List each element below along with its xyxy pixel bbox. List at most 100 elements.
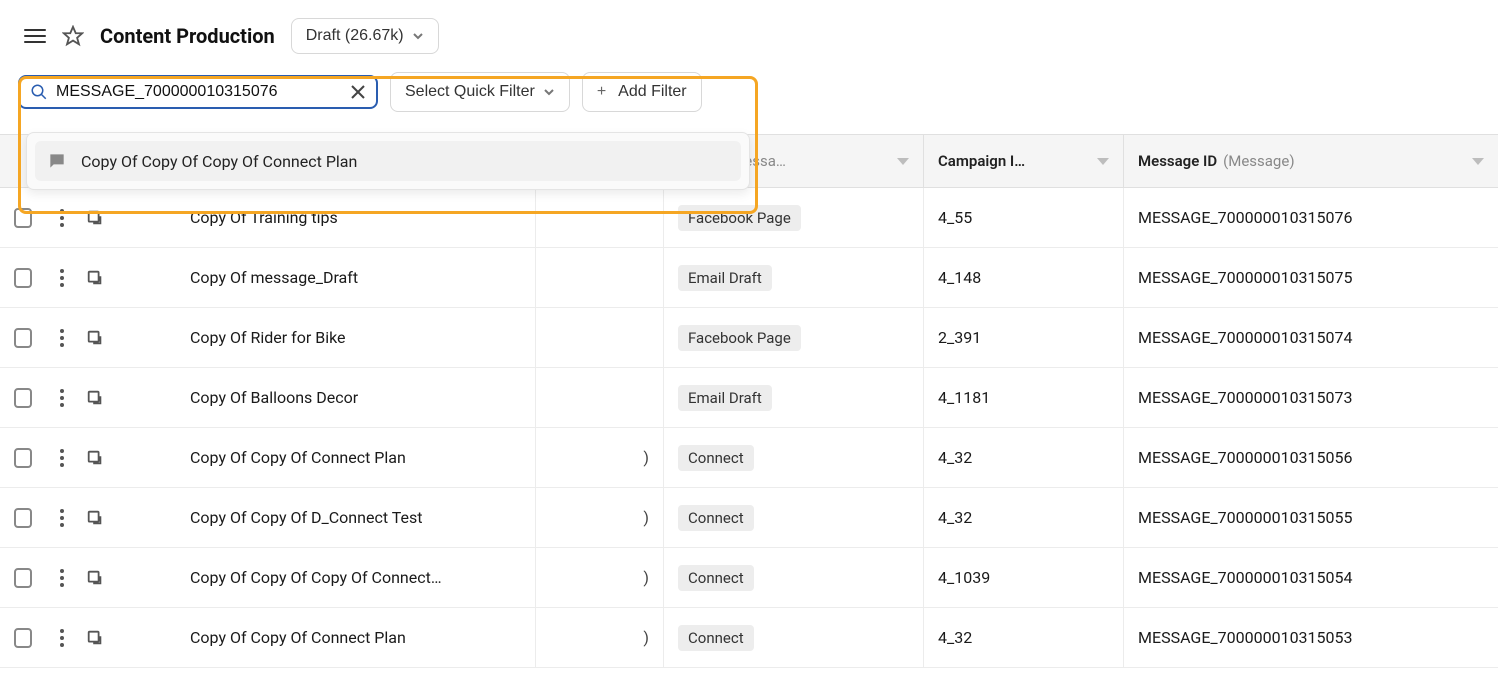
- row-campaign-cell: 4_32: [924, 428, 1124, 487]
- row-menu-icon[interactable]: [60, 269, 64, 287]
- type-badge: Connect: [678, 625, 754, 651]
- row-checkbox[interactable]: [14, 568, 32, 588]
- row-name-cell: Copy Of Balloons Decor: [176, 368, 536, 427]
- type-badge: Connect: [678, 505, 754, 531]
- expand-icon[interactable]: [86, 629, 104, 647]
- row-checkbox[interactable]: [14, 508, 32, 528]
- row-campaign-cell: 2_391: [924, 308, 1124, 367]
- row-checkbox[interactable]: [14, 448, 32, 468]
- row-campaign-cell: 4_55: [924, 188, 1124, 247]
- row-checkbox-cell: [0, 428, 46, 487]
- add-filter-button[interactable]: + Add Filter: [582, 72, 702, 112]
- expand-icon[interactable]: [86, 449, 104, 467]
- row-type-cell: Facebook Page: [664, 188, 924, 247]
- column-header-message-id[interactable]: Message ID (Message): [1124, 135, 1498, 187]
- row-menu-icon[interactable]: [60, 389, 64, 407]
- row-campaign-cell: 4_32: [924, 488, 1124, 547]
- type-badge: Email Draft: [678, 385, 772, 411]
- row-menu-icon[interactable]: [60, 209, 64, 227]
- search-box[interactable]: [18, 75, 378, 109]
- chevron-down-icon: [543, 86, 555, 98]
- clear-search-icon[interactable]: [350, 84, 366, 100]
- quick-filter-label: Select Quick Filter: [405, 83, 535, 101]
- table-row[interactable]: Copy Of message_Draft Email Draft 4_148 …: [0, 248, 1498, 308]
- row-name: Copy Of Copy Of Copy Of Connect…: [190, 568, 442, 587]
- column-header-campaign[interactable]: Campaign I…: [924, 135, 1124, 187]
- draft-dropdown[interactable]: Draft (26.67k): [291, 18, 439, 54]
- filter-bar: Select Quick Filter + Add Filter: [0, 72, 1498, 112]
- favorite-star-icon[interactable]: [62, 25, 84, 47]
- row-menu-icon[interactable]: [60, 569, 64, 587]
- row-campaign-cell: 4_1181: [924, 368, 1124, 427]
- row-campaign-cell: 4_1039: [924, 548, 1124, 607]
- row-message-id-cell: MESSAGE_700000010315054: [1124, 548, 1498, 607]
- row-name-cell: Copy Of Copy Of Connect Plan: [176, 428, 536, 487]
- expand-icon[interactable]: [86, 509, 104, 527]
- row-name-cell: Copy Of message_Draft: [176, 248, 536, 307]
- row-menu-icon[interactable]: [60, 509, 64, 527]
- row-checkbox[interactable]: [14, 208, 32, 228]
- row-type-cell: Facebook Page: [664, 308, 924, 367]
- row-actions-cell: [46, 548, 176, 607]
- table-row[interactable]: Copy Of Copy Of D_Connect Test ) Connect…: [0, 488, 1498, 548]
- row-message-id-cell: MESSAGE_700000010315076: [1124, 188, 1498, 247]
- row-extra-cell: ): [536, 428, 664, 487]
- table-row[interactable]: Copy Of Copy Of Copy Of Connect… ) Conne…: [0, 548, 1498, 608]
- type-badge: Connect: [678, 445, 754, 471]
- row-checkbox[interactable]: [14, 268, 32, 288]
- row-extra-cell: ): [536, 488, 664, 547]
- expand-icon[interactable]: [86, 329, 104, 347]
- row-extra-cell: [536, 248, 664, 307]
- row-message-id-cell: MESSAGE_700000010315055: [1124, 488, 1498, 547]
- chevron-down-icon: [412, 30, 424, 42]
- row-checkbox-cell: [0, 308, 46, 367]
- row-actions-cell: [46, 248, 176, 307]
- type-badge: Facebook Page: [678, 325, 801, 351]
- row-campaign-cell: 4_148: [924, 248, 1124, 307]
- menu-icon[interactable]: [24, 29, 46, 43]
- app-header: Content Production Draft (26.67k): [0, 0, 1498, 72]
- row-name-cell: Copy Of Copy Of Copy Of Connect…: [176, 548, 536, 607]
- expand-icon[interactable]: [86, 569, 104, 587]
- row-menu-icon[interactable]: [60, 449, 64, 467]
- row-message-id-cell: MESSAGE_700000010315053: [1124, 608, 1498, 667]
- expand-icon[interactable]: [86, 389, 104, 407]
- row-actions-cell: [46, 368, 176, 427]
- row-name: Copy Of Training tips: [190, 208, 338, 227]
- draft-label: Draft (26.67k): [306, 27, 404, 45]
- row-type-cell: Email Draft: [664, 368, 924, 427]
- row-message-id-cell: MESSAGE_700000010315074: [1124, 308, 1498, 367]
- row-actions-cell: [46, 428, 176, 487]
- message-icon: [47, 151, 67, 171]
- row-checkbox[interactable]: [14, 388, 32, 408]
- row-campaign-cell: 4_32: [924, 608, 1124, 667]
- row-checkbox[interactable]: [14, 628, 32, 648]
- row-message-id-cell: MESSAGE_700000010315073: [1124, 368, 1498, 427]
- table-row[interactable]: Copy Of Copy Of Connect Plan ) Connect 4…: [0, 428, 1498, 488]
- row-type-cell: Email Draft: [664, 248, 924, 307]
- table-row[interactable]: Copy Of Rider for Bike Facebook Page 2_3…: [0, 308, 1498, 368]
- row-checkbox-cell: [0, 488, 46, 547]
- table-row[interactable]: Copy Of Balloons Decor Email Draft 4_118…: [0, 368, 1498, 428]
- type-badge: Facebook Page: [678, 205, 801, 231]
- quick-filter-dropdown[interactable]: Select Quick Filter: [390, 72, 570, 112]
- row-menu-icon[interactable]: [60, 629, 64, 647]
- row-name: Copy Of Copy Of D_Connect Test: [190, 508, 422, 527]
- expand-icon[interactable]: [86, 269, 104, 287]
- row-name: Copy Of Copy Of Connect Plan: [190, 448, 406, 467]
- row-checkbox-cell: [0, 188, 46, 247]
- row-name: Copy Of message_Draft: [190, 268, 358, 287]
- row-checkbox-cell: [0, 248, 46, 307]
- row-actions-cell: [46, 308, 176, 367]
- row-type-cell: Connect: [664, 488, 924, 547]
- row-checkbox[interactable]: [14, 328, 32, 348]
- search-input[interactable]: [56, 83, 342, 101]
- row-name: Copy Of Rider for Bike: [190, 328, 346, 347]
- table-row[interactable]: Copy Of Copy Of Connect Plan ) Connect 4…: [0, 608, 1498, 668]
- table-row[interactable]: Copy Of Training tips Facebook Page 4_55…: [0, 188, 1498, 248]
- suggestion-text: Copy Of Copy Of Copy Of Connect Plan: [81, 152, 357, 171]
- row-menu-icon[interactable]: [60, 329, 64, 347]
- expand-icon[interactable]: [86, 209, 104, 227]
- row-actions-cell: [46, 608, 176, 667]
- suggestion-item[interactable]: Copy Of Copy Of Copy Of Connect Plan: [35, 141, 741, 181]
